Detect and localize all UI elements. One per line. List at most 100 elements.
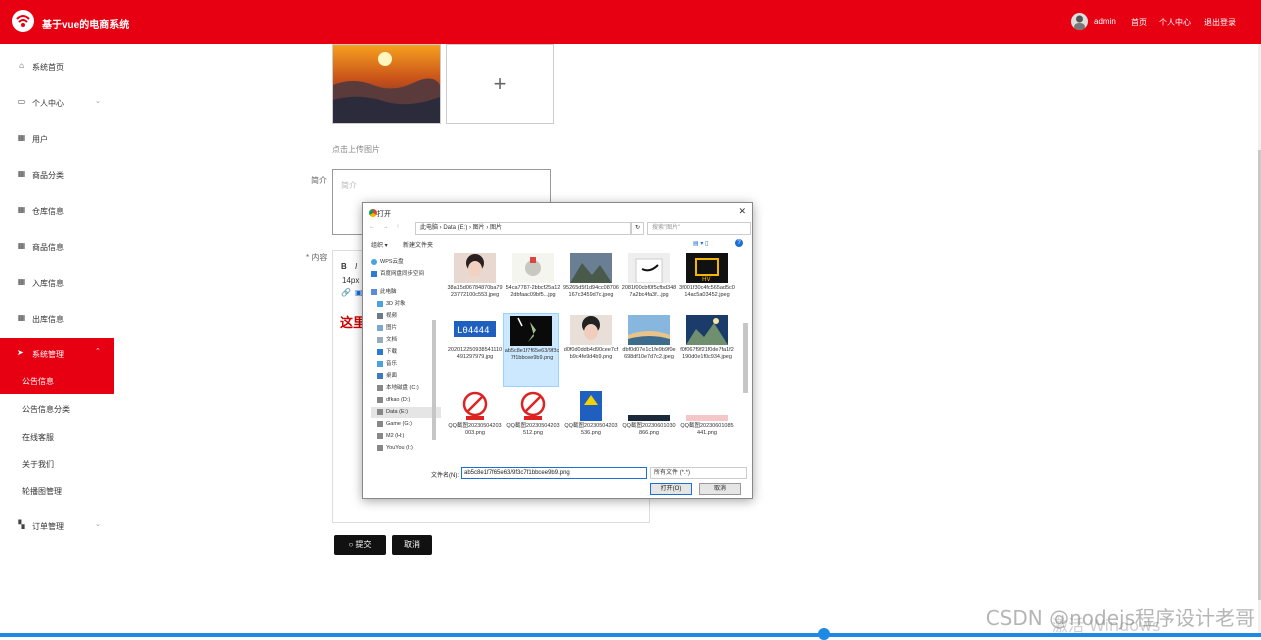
nav-item-label: 视频	[386, 313, 398, 319]
nav-home-link[interactable]: 首页	[1131, 17, 1147, 28]
file-item[interactable]: 95265d5f1d94cc08706167c3459d7c.jpeg	[563, 253, 619, 323]
nav-item[interactable]: 下载	[371, 347, 441, 358]
nav-item[interactable]: Game (G:)	[371, 419, 441, 430]
cloud-icon	[371, 258, 377, 265]
file-item[interactable]: QQ截图20230601030866.png	[621, 391, 676, 459]
nav-item[interactable]: YouYou (I:)	[371, 443, 441, 454]
nav-item[interactable]: 音乐	[371, 359, 441, 370]
sidebar-item-label: 系统管理	[32, 350, 64, 359]
file-name: dbf0d07e1c1fe9b9f0e698df10e7d7c2.jpeg	[622, 347, 676, 360]
cursor-indicator	[818, 628, 830, 640]
intro-placeholder: 简介	[341, 181, 357, 190]
nav-item[interactable]: dfkao (D:)	[371, 395, 441, 406]
nav-item[interactable]: 此电脑	[371, 287, 441, 298]
plus-icon: +	[493, 71, 507, 96]
file-grid-scrollbar[interactable]	[743, 323, 748, 393]
link-icon[interactable]: 🔗	[341, 288, 351, 297]
nav-item[interactable]: 百度网盘同步空间	[371, 269, 441, 280]
brand-title: 基于vue的电商系统	[42, 20, 130, 31]
file-item[interactable]: dbf0d07e1c1fe9b9f0e698df10e7d7c2.jpeg	[621, 315, 676, 385]
grid-icon: ▦	[17, 205, 26, 214]
file-item[interactable]: HV 3f001f30c4fc565ad5c014ac5a03452.jpeg	[679, 253, 735, 323]
view-options-icon[interactable]: ▤ ▾ ▯	[693, 240, 708, 247]
dialog-cancel-button[interactable]: 取消	[699, 483, 741, 495]
file-name: 3f001f30c4fc565ad5c014ac5a03452.jpeg	[679, 285, 735, 298]
organize-menu[interactable]: 组织 ▾	[371, 240, 388, 249]
back-forward-buttons[interactable]: ← → ↑	[369, 224, 402, 230]
search-input[interactable]: 搜索"图片"	[647, 222, 751, 235]
sidebar-item-label: 商品信息	[32, 243, 64, 252]
file-item-selected[interactable]: ab5c8e1f7f65e63/9f3c7f1bbcee9b9.png	[503, 313, 559, 387]
username: admin	[1094, 17, 1116, 26]
nav-logout-link[interactable]: 退出登录	[1204, 17, 1236, 28]
nav-item[interactable]: WPS云盘	[371, 257, 441, 268]
file-item[interactable]: f0f067f9f21f0de7fa1f2190d0e1f0c934.jpeg	[679, 315, 734, 385]
sidebar-item-stock-in[interactable]: ▦ 入库信息	[0, 274, 114, 292]
grid-icon: ▦	[17, 133, 26, 142]
filetype-select[interactable]: 所有文件 (*.*)	[650, 467, 747, 479]
sidebar-item-label: 系统首页	[32, 63, 64, 72]
bold-button[interactable]: B	[341, 262, 347, 271]
file-item[interactable]: QQ截图20230504203512.png	[505, 391, 560, 459]
sidebar-subitem-service[interactable]: 在线客服	[22, 432, 54, 443]
file-item[interactable]: QQ截图20230601085441.png	[679, 391, 734, 459]
sidebar-subitem-notice[interactable]: 公告信息	[22, 376, 54, 387]
new-folder-button[interactable]: 新建文件夹	[403, 240, 433, 249]
file-name: QQ截图20230504203536.png	[564, 423, 618, 436]
grid-icon: ▦	[17, 169, 26, 178]
nav-item[interactable]: 文档	[371, 335, 441, 346]
uploaded-image-thumbnail[interactable]	[332, 44, 441, 124]
sidebar-item-label: 商品分类	[32, 171, 64, 180]
font-size-select[interactable]: 14px	[342, 276, 359, 285]
sidebar-item-orders[interactable]: ▚ 订单管理 ⌄	[0, 517, 114, 535]
sidebar-item-system[interactable]: ➤ 系统管理 ⌃ 公告信息	[0, 338, 114, 394]
brand-logo-icon[interactable]	[12, 10, 34, 32]
file-item[interactable]: d0f0d0ddb4d90cee7cfb9c4fe9d4b9.png	[563, 315, 618, 385]
open-button[interactable]: 打开(O)	[650, 483, 692, 495]
sidebar-item-category[interactable]: ▦ 商品分类	[0, 166, 114, 184]
sidebar-item-warehouse[interactable]: ▦ 仓库信息	[0, 202, 114, 220]
file-thumbnail	[628, 315, 670, 345]
sidebar-subitem-about[interactable]: 关于我们	[22, 459, 54, 470]
music-icon	[377, 360, 383, 367]
file-thumbnail: L04444	[454, 315, 496, 345]
file-item[interactable]: 38a15d06784870ba7923772100c553.jpeg	[447, 253, 503, 323]
nav-item[interactable]: 本地磁盘 (C:)	[371, 383, 441, 394]
submit-button[interactable]: ○ 提交	[334, 535, 386, 555]
chevron-up-icon: ⌃	[95, 348, 101, 355]
refresh-icon[interactable]: ↻	[631, 222, 644, 235]
nav-item-label: Data (E:)	[386, 409, 409, 415]
sidebar-item-products[interactable]: ▦ 商品信息	[0, 238, 114, 256]
help-icon[interactable]: ?	[735, 239, 743, 247]
address-bar[interactable]: 此电脑 › Data (E:) › 图片 › 图片	[415, 222, 631, 235]
file-item[interactable]: QQ截图20230504203003.png	[447, 391, 502, 459]
sidebar-subitem-notice-category[interactable]: 公告信息分类	[22, 404, 70, 415]
filename-input[interactable]: ab5c8e1f7f65e63/9f3c7f1bbcee9b9.png	[461, 467, 647, 479]
nav-item[interactable]: 视频	[371, 311, 441, 322]
nav-scrollbar[interactable]	[432, 320, 436, 440]
file-item[interactable]: L04444 202012250938541110491297979.jpg	[447, 315, 502, 385]
sidebar-item-home[interactable]: ⌂ 系统首页	[0, 58, 114, 76]
file-name: ab5c8e1f7f65e63/9f3c7f1bbcee9b9.png	[504, 348, 560, 361]
sidebar-item-profile[interactable]: ▭ 个人中心 ⌄	[0, 94, 114, 112]
sidebar-subitem-carousel[interactable]: 轮播图管理	[22, 486, 62, 497]
sidebar-item-stock-out[interactable]: ▦ 出库信息	[0, 310, 114, 328]
nav-item[interactable]: 3D 对象	[371, 299, 441, 310]
nav-item[interactable]: 桌面	[371, 371, 441, 382]
italic-button[interactable]: I	[355, 262, 357, 271]
nav-item-selected[interactable]: Data (E:)	[371, 407, 441, 418]
file-item[interactable]: 2081f00cbf0f5cfbd3487a2bc4fa3f...jpg	[621, 253, 676, 323]
user-avatar[interactable]	[1071, 13, 1088, 30]
drive-icon	[377, 444, 383, 451]
upload-image-button[interactable]: +	[446, 44, 554, 124]
cancel-button[interactable]: 取消	[392, 535, 432, 555]
nav-item[interactable]: 图片	[371, 323, 441, 334]
nav-profile-link[interactable]: 个人中心	[1159, 17, 1191, 28]
close-icon[interactable]: ✕	[738, 206, 746, 217]
nav-item[interactable]: M2 (H:)	[371, 431, 441, 442]
file-item[interactable]: QQ截图20230504203536.png	[563, 391, 618, 459]
file-grid: 38a15d06784870ba7923772100c553.jpeg 54ca…	[445, 253, 741, 459]
dialog-title: 打开	[377, 211, 391, 218]
chrome-icon	[369, 209, 377, 217]
sidebar-item-users[interactable]: ▦ 用户	[0, 130, 114, 148]
